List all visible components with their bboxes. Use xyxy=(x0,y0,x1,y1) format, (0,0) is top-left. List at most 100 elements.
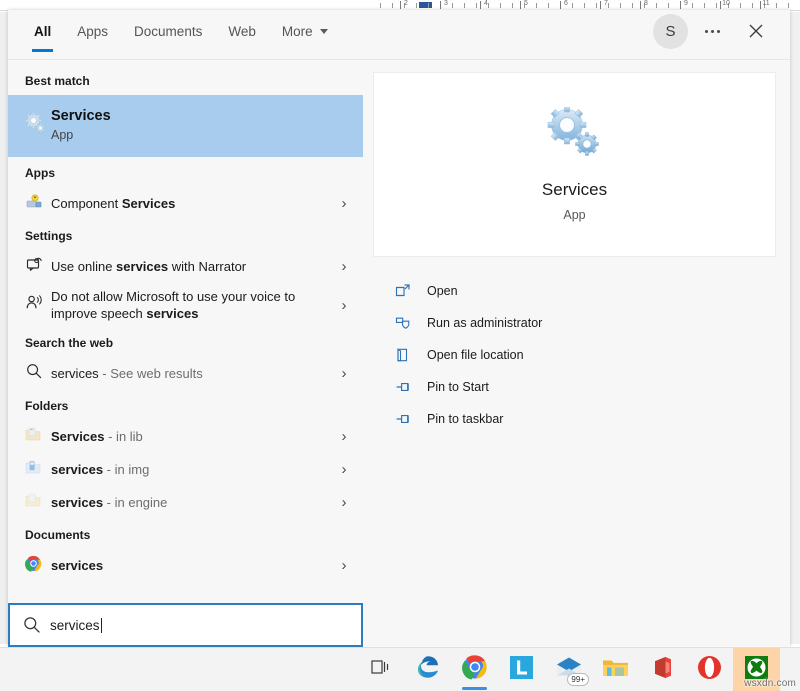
action-run-as-administrator[interactable]: Run as administrator xyxy=(395,307,776,339)
ruler-major-tick xyxy=(400,1,401,9)
result-label: Do not allow Microsoft to use your voice… xyxy=(51,288,335,322)
chevron-right-icon[interactable]: › xyxy=(335,495,353,510)
action-open-file-location[interactable]: Open file location xyxy=(395,339,776,371)
ruler-tick xyxy=(536,3,537,8)
ruler-tick xyxy=(632,3,633,8)
result-text-match: Services xyxy=(122,196,176,211)
action-label: Pin to Start xyxy=(427,380,489,394)
taskbar-item-app-l[interactable] xyxy=(498,648,545,691)
result-row[interactable]: services - See web results› xyxy=(8,357,363,390)
taskbar-item-file-explorer[interactable] xyxy=(592,648,639,691)
result-text-suffix: - in lib xyxy=(105,429,143,444)
ruler-tick xyxy=(548,3,549,8)
google-chrome-icon xyxy=(462,654,488,685)
chevron-down-icon xyxy=(320,29,328,34)
section-header-settings: Settings xyxy=(8,220,363,250)
ruler-tick xyxy=(704,3,705,8)
ruler-number: 6 xyxy=(564,0,568,7)
taskbar-item-microsoft-office[interactable] xyxy=(639,648,686,691)
result-row[interactable]: Do not allow Microsoft to use your voice… xyxy=(8,283,363,327)
tab-label: All xyxy=(34,24,51,39)
ruler-major-tick xyxy=(720,1,721,9)
file-explorer-icon xyxy=(602,656,629,683)
ruler-major-tick xyxy=(520,1,521,9)
result-row[interactable]: Component Services› xyxy=(8,187,363,220)
result-icon-wrap xyxy=(25,113,51,139)
result-row[interactable]: services - in engine› xyxy=(8,486,363,519)
result-icon-wrap xyxy=(25,492,51,513)
ruler-major-tick xyxy=(480,1,481,9)
ruler-major-tick xyxy=(640,1,641,9)
ruler-tick xyxy=(740,3,741,8)
text-cursor xyxy=(101,618,102,633)
opera-icon xyxy=(697,655,722,685)
tab-more[interactable]: More xyxy=(269,10,341,52)
taskbar-item-opera[interactable] xyxy=(686,648,733,691)
search-tabbar: All Apps Documents Web More S xyxy=(8,10,790,60)
tab-documents[interactable]: Documents xyxy=(121,10,215,52)
chevron-right-icon[interactable]: › xyxy=(335,196,353,211)
taskbar: 99+ wsxdn.com xyxy=(0,647,800,691)
component-services-icon xyxy=(25,192,43,215)
chevron-right-icon[interactable]: › xyxy=(335,298,353,313)
ruler-tick xyxy=(512,3,513,8)
best-match-result[interactable]: ServicesApp xyxy=(8,95,363,157)
chevron-right-icon[interactable]: › xyxy=(335,259,353,274)
chevron-right-icon[interactable]: › xyxy=(335,462,353,477)
avatar[interactable]: S xyxy=(653,14,688,49)
ruler-tick xyxy=(392,3,393,8)
ruler-number: 9 xyxy=(684,0,688,7)
action-label: Pin to taskbar xyxy=(427,412,503,426)
taskbar-item-task-view[interactable] xyxy=(357,648,404,691)
ruler-number: 10 xyxy=(722,0,730,7)
search-input-value: services xyxy=(50,618,100,633)
more-options-button[interactable] xyxy=(692,11,732,51)
ruler-tick xyxy=(488,3,489,8)
close-button[interactable] xyxy=(736,11,776,51)
ruler-tick xyxy=(596,3,597,8)
ruler-number: 7 xyxy=(604,0,608,7)
ruler-indent-marker xyxy=(419,2,432,8)
result-row[interactable]: Use online services with Narrator› xyxy=(8,250,363,283)
tab-label: More xyxy=(282,24,313,39)
ruler-tick xyxy=(776,3,777,8)
action-open[interactable]: Open xyxy=(395,275,776,307)
ruler-tick xyxy=(668,3,669,8)
chevron-right-icon[interactable]: › xyxy=(335,429,353,444)
result-icon-wrap xyxy=(25,293,51,317)
result-icon-wrap xyxy=(25,459,51,480)
tab-all[interactable]: All xyxy=(21,10,64,52)
pin-icon xyxy=(395,379,427,395)
result-row[interactable]: services - in img› xyxy=(8,453,363,486)
ruler-tick xyxy=(428,3,429,8)
result-text-match: services xyxy=(51,558,103,573)
search-input[interactable]: services xyxy=(8,603,363,647)
tab-label: Documents xyxy=(134,24,202,39)
action-pin-to-taskbar[interactable]: Pin to taskbar xyxy=(395,403,776,435)
tab-apps[interactable]: Apps xyxy=(64,10,121,52)
tab-web[interactable]: Web xyxy=(215,10,269,52)
preview-action-list[interactable]: Open Run as administrator Open file loca… xyxy=(373,257,776,435)
taskbar-item-mail[interactable]: 99+ xyxy=(545,648,592,691)
ruler-tick xyxy=(752,3,753,8)
chevron-right-icon[interactable]: › xyxy=(335,558,353,573)
app-l-icon xyxy=(509,655,534,685)
ruler-major-tick xyxy=(560,1,561,9)
taskbar-item-microsoft-edge[interactable] xyxy=(404,648,451,691)
chevron-right-icon[interactable]: › xyxy=(335,366,353,381)
preview-card: Services App xyxy=(373,72,776,257)
result-icon-wrap xyxy=(25,255,51,279)
microsoft-edge-icon xyxy=(415,654,441,685)
ruler-number: 5 xyxy=(524,0,528,7)
preview-pane: Services App Open Run as administrator O… xyxy=(363,60,790,647)
search-results-list[interactable]: Best match ServicesAppApps xyxy=(8,60,363,647)
screen: 234567891011 AllAppsDocumentsWebMore S xyxy=(0,0,800,691)
taskbar-item-google-chrome[interactable] xyxy=(451,648,498,691)
ruler-number: 4 xyxy=(484,0,488,7)
ruler-tick xyxy=(416,3,417,8)
ruler-tick xyxy=(656,3,657,8)
result-row[interactable]: services › xyxy=(8,549,363,582)
action-label: Run as administrator xyxy=(427,316,542,330)
result-row[interactable]: Services - in lib› xyxy=(8,420,363,453)
action-pin-to-start[interactable]: Pin to Start xyxy=(395,371,776,403)
